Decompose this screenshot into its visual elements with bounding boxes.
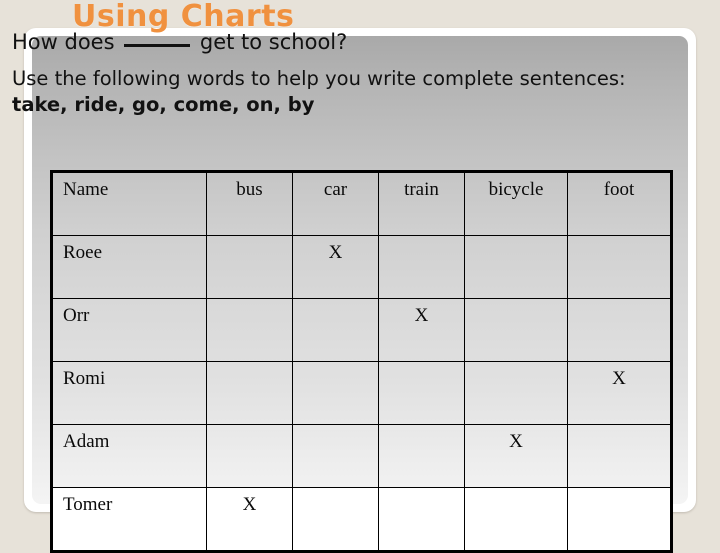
cell-bicycle[interactable] bbox=[464, 298, 568, 362]
cell-foot[interactable] bbox=[567, 235, 672, 299]
fill-in-blank bbox=[124, 44, 191, 47]
survey-table: Name bus car train bicycle foot Roee X O… bbox=[50, 170, 673, 553]
cell-student-name[interactable]: Romi bbox=[51, 361, 207, 425]
cell-bicycle[interactable] bbox=[464, 235, 568, 299]
page-title: Using Charts bbox=[72, 0, 295, 34]
cell-train[interactable]: X bbox=[378, 298, 465, 362]
cell-train[interactable] bbox=[378, 424, 465, 488]
cell-bus[interactable] bbox=[206, 235, 293, 299]
table-row: Adam X bbox=[51, 424, 672, 488]
table-row: Tomer X bbox=[51, 487, 672, 552]
cell-bus[interactable] bbox=[206, 298, 293, 362]
cell-bicycle[interactable]: X bbox=[464, 424, 568, 488]
column-header-car: car bbox=[292, 171, 379, 236]
cell-bus[interactable] bbox=[206, 361, 293, 425]
prompt-block: How does get to school? Use the followin… bbox=[12, 28, 632, 118]
cell-bicycle[interactable] bbox=[464, 487, 568, 552]
column-header-bus: bus bbox=[206, 171, 293, 236]
column-header-foot: foot bbox=[567, 171, 672, 236]
instruction-line: Use the following words to help you writ… bbox=[12, 66, 632, 118]
cell-car[interactable] bbox=[292, 361, 379, 425]
cell-car[interactable] bbox=[292, 298, 379, 362]
cell-student-name[interactable]: Tomer bbox=[51, 487, 207, 552]
column-header-bicycle: bicycle bbox=[464, 171, 568, 236]
cell-foot[interactable] bbox=[567, 487, 672, 552]
cell-train[interactable] bbox=[378, 235, 465, 299]
cell-bicycle[interactable] bbox=[464, 361, 568, 425]
cell-student-name[interactable]: Orr bbox=[51, 298, 207, 362]
table-row: Roee X bbox=[51, 235, 672, 299]
cell-student-name[interactable]: Adam bbox=[51, 424, 207, 488]
cell-foot[interactable] bbox=[567, 298, 672, 362]
column-header-train: train bbox=[378, 171, 465, 236]
table-header-row: Name bus car train bicycle foot bbox=[51, 171, 672, 236]
slide-canvas: Using Charts How does get to school? Use… bbox=[0, 0, 720, 553]
word-bank: take, ride, go, come, on, by bbox=[12, 93, 315, 116]
cell-bus[interactable] bbox=[206, 424, 293, 488]
column-header-name: Name bbox=[51, 171, 207, 236]
cell-foot[interactable]: X bbox=[567, 361, 672, 425]
instruction-text: Use the following words to help you writ… bbox=[12, 67, 626, 90]
cell-train[interactable] bbox=[378, 487, 465, 552]
cell-car[interactable] bbox=[292, 424, 379, 488]
cell-train[interactable] bbox=[378, 361, 465, 425]
cell-car[interactable]: X bbox=[292, 235, 379, 299]
cell-student-name[interactable]: Roee bbox=[51, 235, 207, 299]
table-row: Orr X bbox=[51, 298, 672, 362]
cell-bus[interactable]: X bbox=[206, 487, 293, 552]
cell-foot[interactable] bbox=[567, 424, 672, 488]
table-row: Romi X bbox=[51, 361, 672, 425]
cell-car[interactable] bbox=[292, 487, 379, 552]
